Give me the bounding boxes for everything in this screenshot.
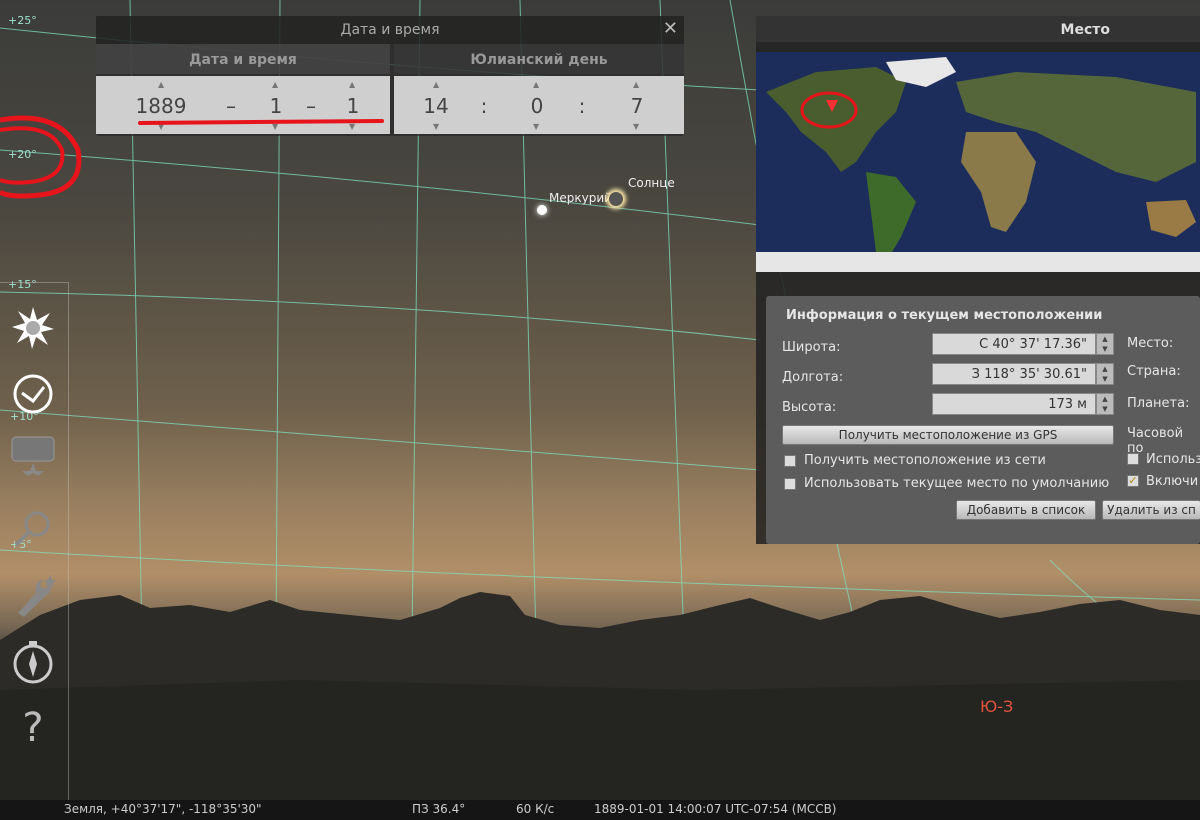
status-datetime: 1889-01-01 14:00:07 UTC-07:54 (МССВ) [594,802,837,816]
status-fov: ПЗ 36.4° [412,802,466,816]
status-fps: 60 К/с [516,802,555,816]
status-location: Земля, +40°37'17", -118°35'30" [64,802,262,816]
red-annotations [0,91,858,199]
status-bar: Земля, +40°37'17", -118°35'30" ПЗ 36.4° … [0,800,1200,820]
